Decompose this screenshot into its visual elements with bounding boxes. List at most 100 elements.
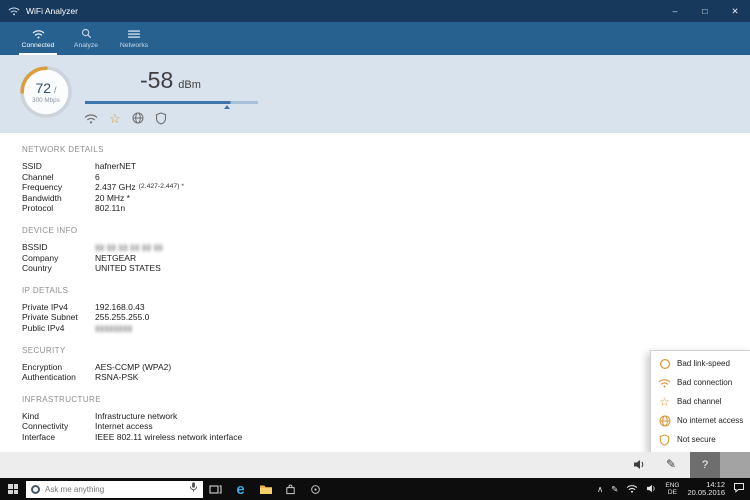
taskbar-clock[interactable]: 14:12 20.05.2016	[687, 481, 725, 498]
legend-item-bad-connection: Bad connection	[651, 373, 750, 392]
link-speed-value: 72	[35, 80, 51, 96]
start-button[interactable]	[0, 478, 26, 500]
legend-label: Bad connection	[677, 378, 732, 387]
row-note: (2.427-2.447) *	[139, 182, 184, 193]
row-label: Private Subnet	[22, 312, 95, 323]
file-explorer-icon[interactable]	[253, 478, 278, 500]
section-device-info: DEVICE INFO BSSID▮▮ ▮▮ ▮▮ ▮▮ ▮▮ ▮▮ Compa…	[22, 226, 750, 274]
tab-label: Analyze	[74, 42, 98, 49]
row-value: 255.255.255.0	[95, 312, 149, 323]
app-wifi-icon	[8, 6, 20, 16]
detail-row: Channel6	[22, 172, 750, 183]
connection-wifi-icon	[84, 113, 98, 124]
row-label: Authentication	[22, 372, 95, 383]
network-tray-icon[interactable]	[626, 480, 638, 498]
row-label: Bandwidth	[22, 193, 95, 204]
detail-row: Frequency2.437 GHz(2.427-2.447) *	[22, 182, 750, 193]
row-label: Connectivity	[22, 421, 95, 432]
detail-row: ConnectivityInternet access	[22, 421, 750, 432]
wifi-icon	[658, 378, 671, 388]
legend-label: Bad link-speed	[677, 359, 730, 368]
globe-icon	[658, 415, 671, 427]
legend-item-bad-link-speed: Bad link-speed	[651, 354, 750, 373]
tab-bar: Connected Analyze Networks	[0, 22, 750, 55]
tab-label: Connected	[22, 42, 55, 49]
volume-button[interactable]	[633, 459, 646, 470]
row-value: hafnerNET	[95, 161, 136, 172]
section-title: IP DETAILS	[22, 286, 750, 295]
show-hidden-icons-chevron-icon[interactable]: ∧	[597, 485, 603, 494]
help-button-zone: ?	[690, 452, 750, 478]
security-shield-icon	[155, 112, 167, 125]
legend-item-bad-channel: ☆ Bad channel	[651, 392, 750, 411]
action-center-icon[interactable]	[733, 480, 745, 498]
row-value: 192.168.0.43	[95, 302, 145, 313]
store-icon[interactable]	[278, 478, 303, 500]
connection-status-panel: 72 / 300 Mbps -58 dBm ☆	[0, 55, 750, 133]
channel-warning-star-icon: ☆	[109, 112, 121, 125]
signal-unit: dBm	[178, 79, 201, 91]
signal-strength: -58 dBm	[140, 67, 201, 94]
magnifier-icon	[81, 28, 92, 39]
row-value: 20 MHz *	[95, 193, 130, 204]
detail-row: AuthenticationRSNA-PSK	[22, 372, 750, 383]
clock-date: 20.05.2016	[687, 489, 725, 498]
row-label: Channel	[22, 172, 95, 183]
tab-connected[interactable]: Connected	[14, 22, 62, 55]
maximize-button[interactable]: □	[690, 0, 720, 22]
language-secondary: DE	[665, 489, 679, 497]
search-input[interactable]	[45, 485, 189, 494]
language-primary: ENG	[665, 482, 679, 490]
row-label: Encryption	[22, 362, 95, 373]
tab-analyze[interactable]: Analyze	[62, 22, 110, 55]
volume-tray-icon[interactable]	[646, 480, 657, 498]
section-title: SECURITY	[22, 346, 750, 355]
row-value-redacted: ▮▮ ▮▮ ▮▮ ▮▮ ▮▮ ▮▮	[95, 242, 163, 253]
language-indicator[interactable]: ENG DE	[665, 482, 679, 497]
microphone-icon[interactable]	[189, 480, 198, 498]
details-content: NETWORK DETAILS SSIDhafnerNET Channel6 F…	[0, 133, 750, 452]
tab-networks[interactable]: Networks	[110, 22, 158, 55]
edge-glyph: e	[236, 482, 244, 497]
row-label: Public IPv4	[22, 323, 95, 334]
help-legend-flyout: Bad link-speed Bad connection ☆ Bad chan…	[650, 350, 750, 453]
internet-globe-icon	[132, 112, 144, 124]
windows-taskbar: e ∧ ✎ ENG DE 14:12 20.05.201	[0, 478, 750, 500]
row-value: NETGEAR	[95, 253, 136, 264]
star-icon: ☆	[658, 396, 671, 408]
row-label: Private IPv4	[22, 302, 95, 313]
help-button[interactable]: ?	[690, 452, 720, 478]
row-value: 6	[95, 172, 100, 183]
speed-ring-icon	[658, 358, 671, 370]
taskbar-search[interactable]	[26, 481, 203, 498]
edge-browser-icon[interactable]: e	[228, 478, 253, 500]
titlebar: WiFi Analyzer – □ ✕	[0, 0, 750, 22]
detail-row: Private IPv4192.168.0.43	[22, 302, 750, 313]
row-label: Frequency	[22, 182, 95, 193]
row-value: Internet access	[95, 421, 153, 432]
window-title: WiFi Analyzer	[26, 6, 78, 16]
pen-input-icon[interactable]: ✎	[611, 485, 618, 494]
detail-row: CountryUNITED STATES	[22, 263, 750, 274]
cortana-icon	[31, 485, 40, 494]
pinned-app-icon[interactable]	[303, 478, 328, 500]
detail-row: CompanyNETGEAR	[22, 253, 750, 264]
wifi-icon	[32, 29, 45, 39]
row-value: RSNA-PSK	[95, 372, 138, 383]
app-command-bar: ✎ ?	[0, 452, 750, 478]
row-value: UNITED STATES	[95, 263, 161, 274]
legend-label: Not secure	[677, 435, 716, 444]
detail-row: Protocol802.11n	[22, 203, 750, 214]
section-title: INFRASTRUCTURE	[22, 395, 750, 404]
edit-button[interactable]: ✎	[666, 457, 676, 471]
task-view-button[interactable]	[203, 478, 228, 500]
detail-row: Bandwidth20 MHz *	[22, 193, 750, 204]
shield-icon	[658, 434, 671, 446]
legend-label: No internet access	[677, 416, 743, 425]
system-tray: ∧ ✎ ENG DE 14:12 20.05.2016	[597, 480, 750, 498]
signal-value: -58	[140, 67, 173, 94]
section-security: SECURITY EncryptionAES-CCMP (WPA2) Authe…	[22, 346, 750, 383]
minimize-button[interactable]: –	[660, 0, 690, 22]
close-button[interactable]: ✕	[720, 0, 750, 22]
signal-marker-icon	[224, 105, 230, 109]
